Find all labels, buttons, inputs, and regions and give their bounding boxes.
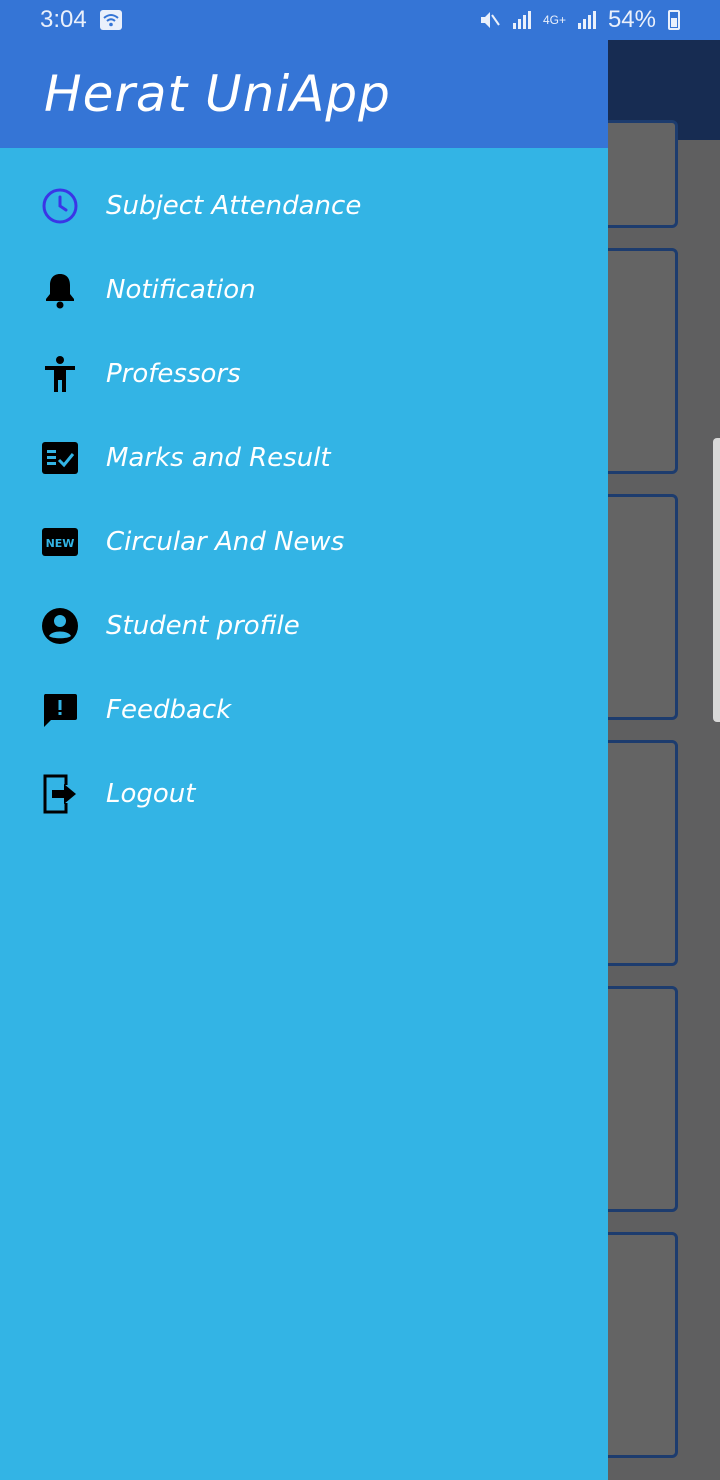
- menu-item-label: Circular And News: [106, 527, 345, 557]
- menu-item-professors[interactable]: Professors: [0, 332, 608, 416]
- menu-item-label: Notification: [106, 275, 256, 305]
- account-circle-icon: [40, 606, 80, 646]
- battery-percent: 54%: [607, 6, 656, 33]
- signal-icon: [577, 11, 596, 29]
- clock-icon: [40, 186, 80, 226]
- menu-item-label: Professors: [106, 359, 241, 389]
- menu-item-label: Feedback: [106, 695, 232, 725]
- battery-icon: [668, 10, 680, 30]
- navigation-drawer: Herat UniApp Subject Attendance Notifica…: [0, 40, 608, 1480]
- network-type: 4G+: [542, 13, 566, 27]
- bell-icon: [40, 270, 80, 310]
- menu-item-circular-and-news[interactable]: NEW Circular And News: [0, 500, 608, 584]
- new-badge-icon: NEW: [40, 522, 80, 562]
- mute-icon: [480, 12, 500, 28]
- feedback-icon: [40, 690, 80, 730]
- menu-item-label: Logout: [106, 779, 196, 809]
- signal-icon: [512, 11, 531, 29]
- menu-item-marks-and-result[interactable]: Marks and Result: [0, 416, 608, 500]
- drawer-header: Herat UniApp: [0, 40, 608, 148]
- menu-item-label: Student profile: [106, 611, 300, 641]
- menu-item-subject-attendance[interactable]: Subject Attendance: [0, 164, 608, 248]
- menu-item-student-profile[interactable]: Student profile: [0, 584, 608, 668]
- new-badge-text: NEW: [46, 537, 75, 550]
- wifi-icon: [99, 10, 122, 30]
- menu-item-notification[interactable]: Notification: [0, 248, 608, 332]
- menu-item-label: Subject Attendance: [106, 191, 362, 221]
- logout-icon: [40, 774, 80, 814]
- scrollbar-thumb[interactable]: [713, 438, 720, 722]
- menu-item-logout[interactable]: Logout: [0, 752, 608, 836]
- status-time: 3:04: [40, 6, 87, 33]
- accessibility-icon: [40, 354, 80, 394]
- app-title: Herat UniApp: [44, 65, 391, 123]
- status-bar: 3:04 4G+ 54%: [0, 0, 720, 40]
- drawer-menu: Subject Attendance Notification Professo…: [0, 164, 608, 836]
- menu-item-label: Marks and Result: [106, 443, 331, 473]
- checklist-icon: [40, 438, 80, 478]
- menu-item-feedback[interactable]: Feedback: [0, 668, 608, 752]
